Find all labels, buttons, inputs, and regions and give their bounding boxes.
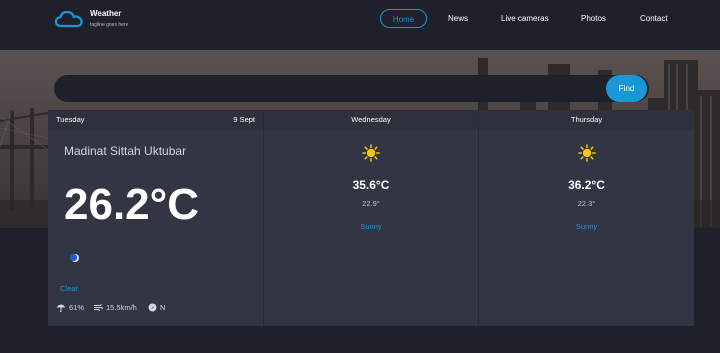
- location-search-input[interactable]: [68, 81, 588, 96]
- forecast-today: Tuesday 9 Sept Madinat Sittah Uktubar 26…: [48, 110, 263, 326]
- forecast-max-temp: 36.2°C: [568, 178, 605, 192]
- today-condition: Clear: [60, 284, 78, 293]
- moon-icon: [70, 254, 79, 262]
- umbrella-icon: [56, 304, 66, 312]
- forecast-condition: Sunny: [360, 222, 382, 231]
- forecast-day-header: Thursday: [479, 110, 694, 130]
- forecast-max-temp: 35.6°C: [352, 178, 390, 192]
- compass-icon: [148, 303, 157, 312]
- forecast-day: Wednesday 35.6°C 22.9° Sunny: [263, 110, 478, 326]
- current-temperature: 26.2°C: [64, 180, 200, 229]
- site-tagline: tagline goes here: [90, 22, 129, 28]
- sun-icon: [577, 144, 596, 162]
- forecast-min-temp: 22.3°: [577, 199, 596, 208]
- nav-item-live-cameras[interactable]: Live cameras: [501, 9, 549, 28]
- sun-icon: [362, 144, 380, 162]
- forecast-panel: Tuesday 9 Sept Madinat Sittah Uktubar 26…: [48, 110, 694, 326]
- nav-item-home[interactable]: Home: [380, 9, 427, 28]
- cloud-logo-icon[interactable]: [54, 9, 84, 29]
- site-header: Weather tagline goes here Home News Live…: [0, 0, 720, 50]
- wind-direction-value: N: [160, 303, 166, 312]
- humidity-stat: 61%: [56, 303, 84, 312]
- location-name: Madinat Sittah Uktubar: [64, 144, 187, 158]
- today-header: Tuesday 9 Sept: [48, 110, 263, 130]
- humidity-value: 61%: [69, 303, 85, 312]
- forecast-min-temp: 22.9°: [362, 199, 380, 208]
- forecast-condition: Sunny: [575, 222, 598, 231]
- nav-item-photos[interactable]: Photos: [581, 9, 606, 28]
- wind-speed-stat: 15.5km/h: [93, 303, 137, 312]
- forecast-day: Thursday 36.2°C 22.3° Sunny: [478, 110, 694, 326]
- forecast-day-header: Wednesday: [264, 110, 478, 130]
- nav-item-contact[interactable]: Contact: [640, 9, 668, 28]
- wind-icon: [94, 304, 103, 312]
- find-button[interactable]: Find: [606, 75, 647, 102]
- location-search-bar: [54, 75, 649, 102]
- wind-direction-stat: N: [148, 303, 165, 312]
- today-date: 9 Sept: [233, 115, 255, 124]
- wind-speed-value: 15.5km/h: [106, 303, 137, 312]
- site-title[interactable]: Weather: [90, 9, 121, 18]
- nav-item-news[interactable]: News: [448, 9, 468, 28]
- today-day: Tuesday: [56, 115, 85, 124]
